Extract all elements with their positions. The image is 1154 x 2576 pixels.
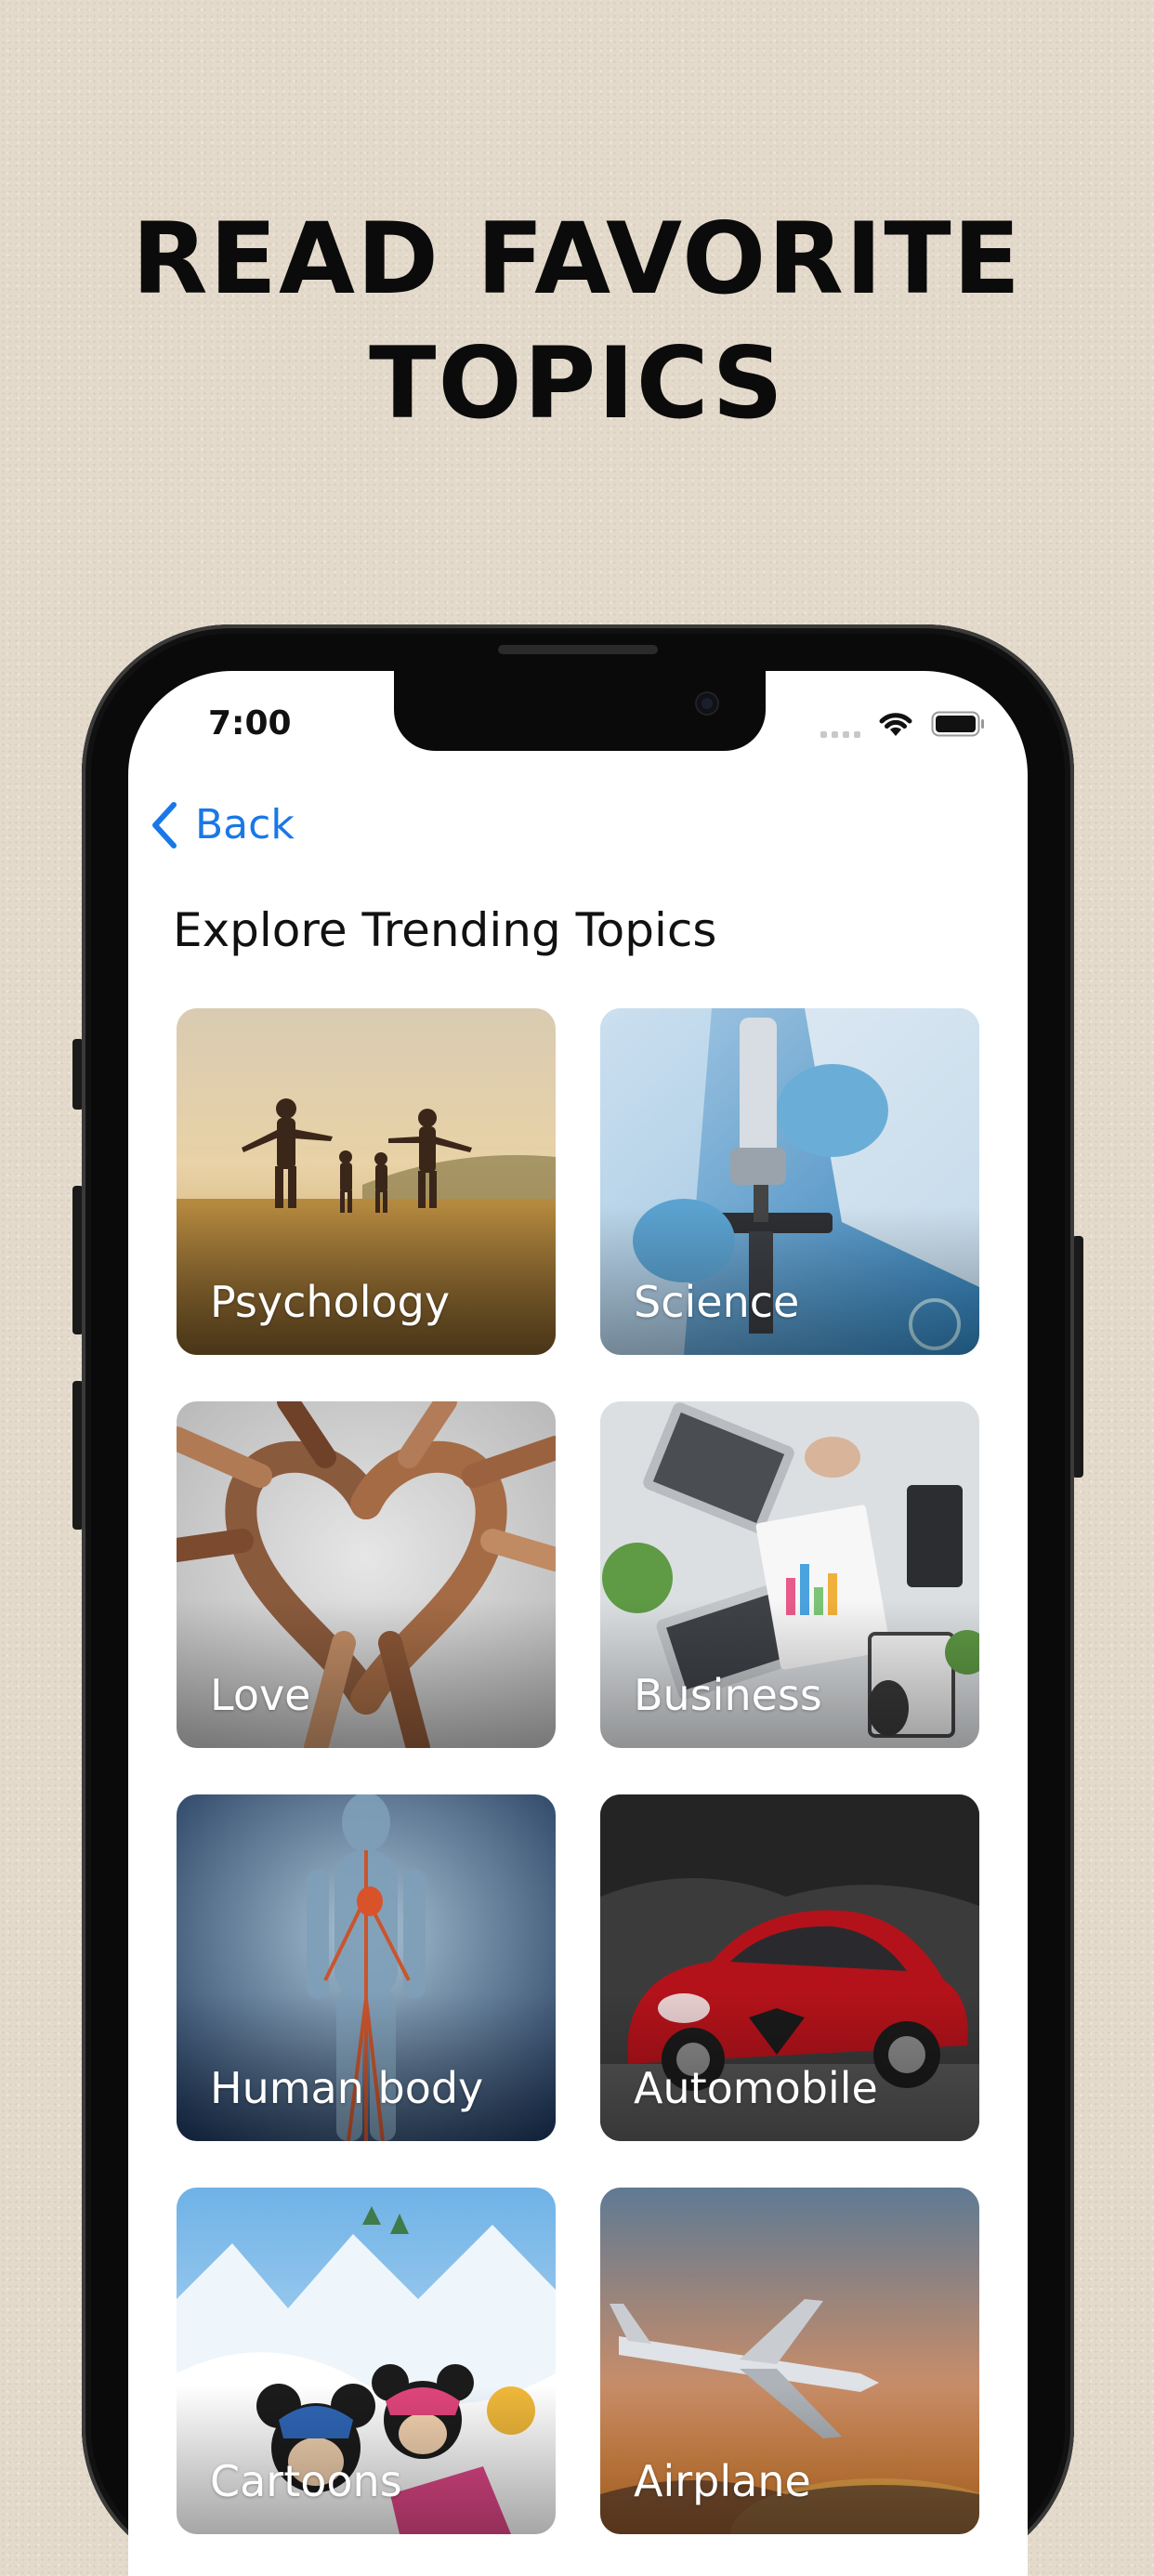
status-time: 7:00 (208, 704, 292, 743)
notch (394, 671, 766, 751)
topic-label: Cartoons (210, 2456, 402, 2506)
topic-card-automobile[interactable]: Automobile (600, 1794, 979, 2141)
topic-label: Automobile (634, 2063, 878, 2113)
topic-card-cartoons[interactable]: Cartoons (177, 2188, 556, 2534)
wifi-icon (879, 713, 912, 736)
cellular-signal-icon (820, 710, 860, 738)
topic-card-love[interactable]: Love (177, 1401, 556, 1748)
back-button[interactable]: Back (151, 801, 295, 848)
topic-card-psychology[interactable]: Psychology (177, 1008, 556, 1355)
headline-line-1: READ FAVORITE (131, 202, 1023, 316)
phone-screen: 7:00 Back Explore Trending Topics Psycho… (128, 671, 1028, 2576)
front-camera (697, 693, 717, 714)
topic-label: Psychology (210, 1277, 451, 1327)
chevron-left-icon (152, 801, 177, 848)
topic-label: Science (634, 1277, 800, 1327)
topic-label: Business (634, 1670, 822, 1720)
battery-icon (931, 711, 984, 737)
topic-label: Love (210, 1670, 311, 1720)
phone-frame: 7:00 Back Explore Trending Topics Psycho… (82, 624, 1074, 2576)
headline-line-2: TOPICS (369, 326, 785, 440)
status-icons (820, 710, 985, 738)
page-title: Explore Trending Topics (173, 903, 717, 957)
headline: READ FAVORITE TOPICS (0, 197, 1154, 446)
topic-label: Airplane (634, 2456, 811, 2506)
topic-label: Human body (210, 2063, 484, 2113)
topic-card-science[interactable]: Science (600, 1008, 979, 1355)
topic-card-human-body[interactable]: Human body (177, 1794, 556, 2141)
back-label: Back (195, 801, 295, 848)
topic-card-business[interactable]: Business (600, 1401, 979, 1748)
topic-card-airplane[interactable]: Airplane (600, 2188, 979, 2534)
earpiece-speaker (498, 645, 658, 654)
